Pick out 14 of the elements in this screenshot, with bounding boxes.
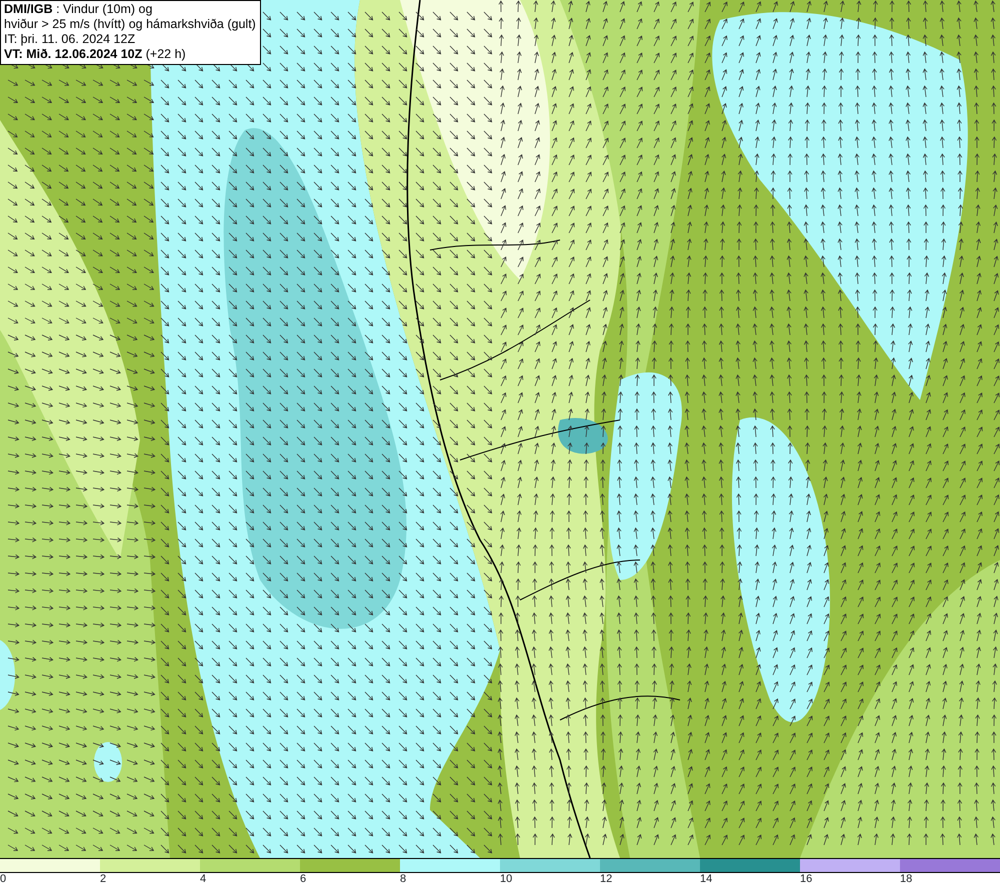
info-text: hviður > 25 m/s (hvítt) og hámarkshviða (gult) [4,17,256,32]
legend-label: 6 [300,873,306,886]
legend-label: 8 [400,873,406,886]
legend-label: 14 [700,873,712,886]
info-text: VT: Mið. 12.06.2024 10Z (+22 h) [4,47,187,62]
legend-label: 10 [500,873,512,886]
legend-label: 4 [200,873,206,886]
legend-label: 16 [800,873,812,886]
legend-label: 2 [100,873,106,886]
legend-label: 12 [600,873,612,886]
info-text: DMI/IGB : Vindur (10m) og [4,2,154,17]
legend-label: 0 [0,873,6,886]
info-text: IT: þri. 11. 06. 2024 12Z [4,32,136,47]
legend-label: 18 [900,873,912,886]
